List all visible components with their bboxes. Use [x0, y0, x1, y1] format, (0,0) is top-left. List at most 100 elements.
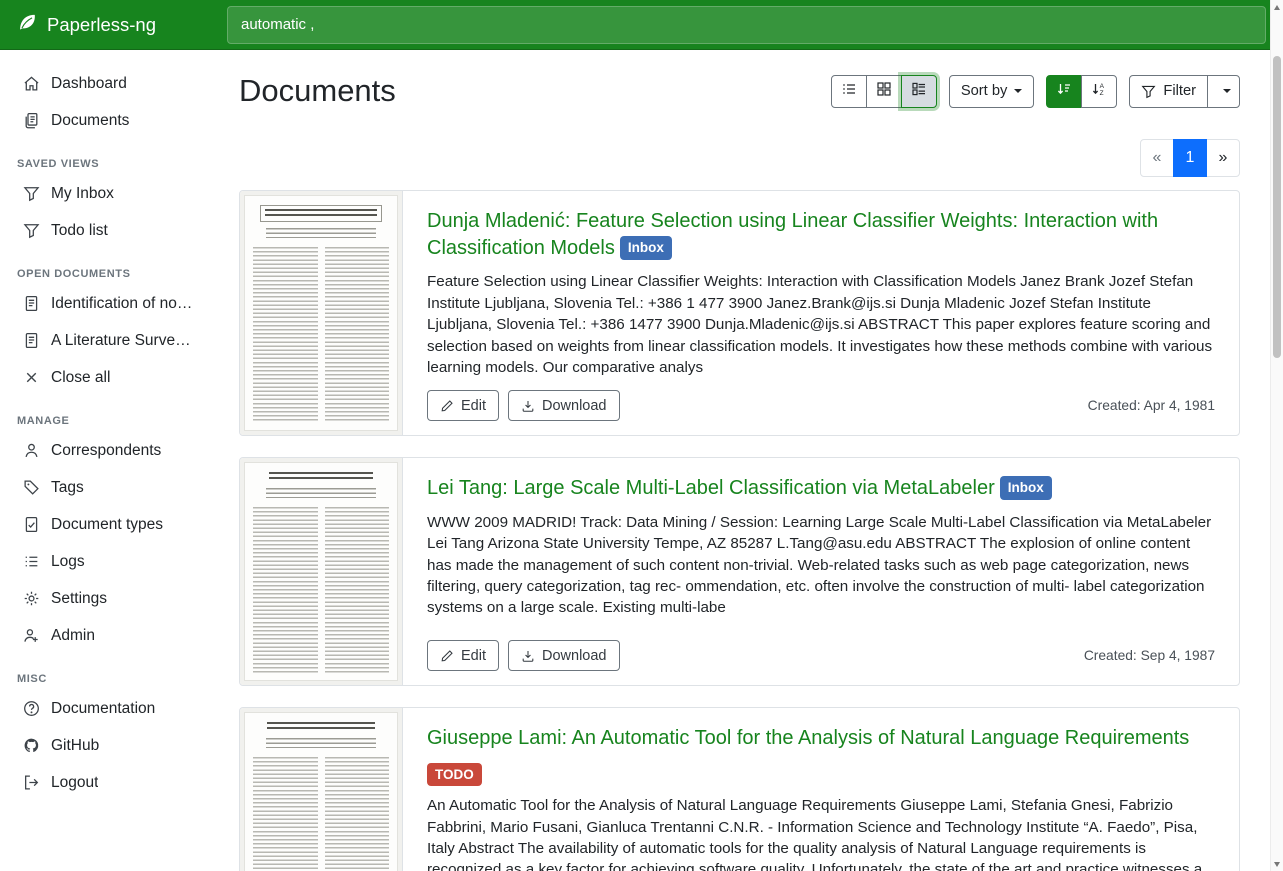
sidebar-section-title: SAVED VIEWS: [0, 158, 213, 170]
pencil-icon: [440, 649, 454, 663]
sidebar-item-documentation[interactable]: Documentation: [0, 690, 213, 727]
filter-button[interactable]: Filter: [1129, 75, 1208, 108]
sidebar-item-label: Correspondents: [51, 440, 161, 461]
svg-text:Z: Z: [1100, 90, 1104, 97]
close-icon: [23, 369, 40, 386]
global-search-input[interactable]: [227, 6, 1266, 44]
sort-by-label: Sort by: [961, 83, 1008, 99]
documents-icon: [23, 112, 40, 129]
edit-label: Edit: [461, 398, 486, 414]
tag-badge-todo[interactable]: TODO: [427, 763, 482, 787]
vertical-scrollbar[interactable]: [1270, 0, 1283, 871]
chevron-down-icon: [1223, 89, 1231, 93]
sidebar-item-label: Close all: [51, 367, 110, 388]
sidebar-item-label: Admin: [51, 625, 95, 646]
edit-button[interactable]: Edit: [427, 640, 499, 671]
document-title: Giuseppe Lami: An Automatic Tool for the…: [427, 725, 1215, 752]
sidebar-item-logout[interactable]: Logout: [0, 764, 213, 801]
sidebar-item-label: My Inbox: [51, 183, 114, 204]
sidebar-item-github[interactable]: GitHub: [0, 727, 213, 764]
document-preview: [244, 462, 398, 681]
download-button[interactable]: Download: [508, 640, 620, 671]
sidebar: Dashboard Documents SAVED VIEWS My Inbox…: [0, 50, 213, 871]
view-grid-button[interactable]: [866, 75, 902, 108]
document-thumbnail[interactable]: [240, 191, 403, 435]
filter-dropdown-toggle[interactable]: [1207, 75, 1240, 108]
document-preview: [244, 712, 398, 871]
sidebar-item-my-inbox[interactable]: My Inbox: [0, 175, 213, 212]
scroll-down-arrow[interactable]: [1271, 857, 1283, 871]
paperless-logo-icon: [16, 11, 38, 38]
tag-badge-inbox[interactable]: Inbox: [1000, 476, 1052, 500]
sidebar-item-settings[interactable]: Settings: [0, 580, 213, 617]
sidebar-item-label: Todo list: [51, 220, 108, 241]
sort-by-dropdown-button[interactable]: Sort by: [949, 75, 1035, 108]
document-excerpt: WWW 2009 MADRID! Track: Data Mining / Se…: [427, 512, 1215, 619]
sidebar-item-correspondents[interactable]: Correspondents: [0, 432, 213, 469]
pagination: « 1 »: [1140, 139, 1240, 177]
sidebar-item-label: GitHub: [51, 735, 99, 756]
sort-descending-button[interactable]: [1046, 75, 1082, 108]
document-title-link[interactable]: Dunja Mladenić: Feature Selection using …: [427, 210, 1158, 259]
sidebar-item-document-types[interactable]: Document types: [0, 506, 213, 543]
logout-icon: [23, 774, 40, 791]
brand-link[interactable]: Paperless-ng: [0, 11, 213, 38]
sidebar-item-open-document-1[interactable]: Identification of non-fu...: [0, 285, 213, 322]
document-thumbnail[interactable]: [240, 458, 403, 685]
document-title-link[interactable]: Giuseppe Lami: An Automatic Tool for the…: [427, 727, 1189, 749]
sidebar-item-todo-list[interactable]: Todo list: [0, 212, 213, 249]
person-icon: [23, 442, 40, 459]
pagination-page-1[interactable]: 1: [1173, 139, 1207, 177]
scrollbar-thumb[interactable]: [1273, 56, 1281, 358]
document-check-icon: [23, 516, 40, 533]
pagination-next[interactable]: »: [1206, 139, 1240, 177]
document-card-body: Giuseppe Lami: An Automatic Tool for the…: [403, 708, 1239, 871]
sidebar-item-logs[interactable]: Logs: [0, 543, 213, 580]
sort-alpha-icon: AZ: [1091, 81, 1107, 101]
funnel-icon: [23, 222, 40, 239]
sidebar-item-close-all[interactable]: Close all: [0, 359, 213, 396]
created-date: Created: Apr 4, 1981: [1088, 398, 1215, 413]
admin-person-icon: [23, 627, 40, 644]
view-list-button[interactable]: [831, 75, 867, 108]
tag-badge-inbox[interactable]: Inbox: [620, 236, 672, 260]
document-excerpt: An Automatic Tool for the Analysis of Na…: [427, 795, 1215, 871]
sidebar-item-label: Document types: [51, 514, 163, 535]
log-list-icon: [23, 553, 40, 570]
top-navbar: Paperless-ng: [0, 0, 1270, 50]
document-excerpt: Feature Selection using Linear Classifie…: [427, 271, 1215, 378]
download-label: Download: [542, 648, 607, 664]
scroll-up-arrow[interactable]: [1271, 0, 1283, 14]
download-icon: [521, 649, 535, 663]
sidebar-item-label: Logout: [51, 772, 98, 793]
document-title: Lei Tang: Large Scale Multi-Label Classi…: [427, 475, 1215, 502]
document-preview: [244, 195, 398, 431]
edit-button[interactable]: Edit: [427, 390, 499, 421]
question-circle-icon: [23, 700, 40, 717]
edit-label: Edit: [461, 648, 486, 664]
house-icon: [23, 75, 40, 92]
pagination-prev[interactable]: «: [1140, 139, 1174, 177]
download-button[interactable]: Download: [508, 390, 620, 421]
view-detail-button[interactable]: [901, 75, 937, 108]
sidebar-item-tags[interactable]: Tags: [0, 469, 213, 506]
document-card: Giuseppe Lami: An Automatic Tool for the…: [239, 707, 1240, 871]
sidebar-item-admin[interactable]: Admin: [0, 617, 213, 654]
document-card: Lei Tang: Large Scale Multi-Label Classi…: [239, 457, 1240, 686]
document-card-body: Lei Tang: Large Scale Multi-Label Classi…: [403, 458, 1239, 685]
document-title-link[interactable]: Lei Tang: Large Scale Multi-Label Classi…: [427, 477, 995, 499]
sidebar-section-title: OPEN DOCUMENTS: [0, 268, 213, 280]
sidebar-item-dashboard[interactable]: Dashboard: [0, 65, 213, 102]
sort-alphabetical-button[interactable]: AZ: [1081, 75, 1117, 108]
file-text-icon: [23, 295, 40, 312]
list-view-icon: [841, 81, 857, 101]
funnel-icon: [23, 185, 40, 202]
view-mode-toggle: [831, 75, 937, 108]
document-thumbnail[interactable]: [240, 708, 403, 871]
sidebar-item-open-document-2[interactable]: A Literature Survey on ...: [0, 322, 213, 359]
sidebar-item-documents[interactable]: Documents: [0, 102, 213, 139]
document-title: Dunja Mladenić: Feature Selection using …: [427, 208, 1215, 262]
sort-direction-toggle: AZ: [1046, 75, 1117, 108]
main-content: Documents Sort by: [213, 50, 1270, 871]
download-icon: [521, 399, 535, 413]
